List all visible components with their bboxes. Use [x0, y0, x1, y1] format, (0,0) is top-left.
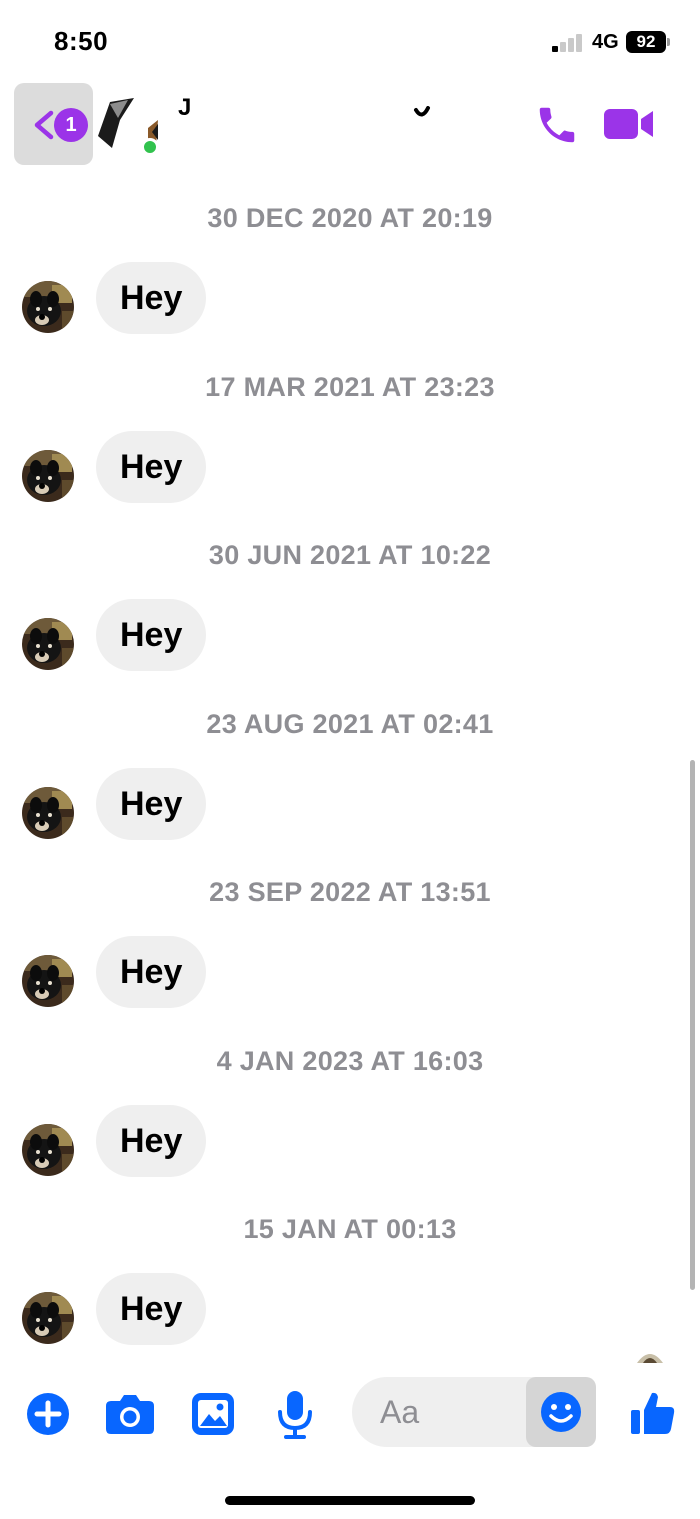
battery-level: 92 — [636, 32, 656, 51]
scrollbar[interactable] — [690, 760, 695, 1290]
sender-avatar[interactable] — [22, 281, 74, 333]
message-timestamp: 17 MAR 2021 AT 23:23 — [205, 372, 495, 402]
message-timestamp: 4 JAN 2023 AT 16:03 — [216, 1046, 484, 1076]
message-timestamp: 30 DEC 2020 AT 20:19 — [207, 203, 493, 233]
message-bubble[interactable]: Hey — [96, 936, 207, 1008]
emoji-button[interactable] — [526, 1377, 596, 1447]
emoji-icon — [541, 1392, 581, 1432]
message-input[interactable] — [380, 1377, 530, 1447]
message-timestamp: 23 SEP 2022 AT 13:51 — [209, 877, 491, 907]
message-bubble[interactable]: Hey — [96, 1273, 207, 1345]
thumbs-up-icon[interactable] — [630, 1390, 676, 1436]
video-call-icon[interactable] — [603, 104, 655, 144]
sender-avatar[interactable] — [22, 1292, 74, 1344]
network-type: 4G — [592, 31, 619, 53]
sender-avatar[interactable] — [22, 955, 74, 1007]
home-indicator[interactable] — [225, 1496, 475, 1505]
microphone-icon[interactable] — [276, 1390, 314, 1440]
gallery-icon[interactable] — [191, 1392, 235, 1436]
message-bubble[interactable]: Hey — [96, 1105, 207, 1177]
phone-call-icon[interactable] — [534, 102, 580, 148]
status-time: 8:50 — [54, 26, 109, 56]
unread-count-badge: 1 — [54, 108, 88, 142]
status-bar: 8:50 4G 92 — [0, 0, 700, 80]
message-bubble[interactable]: Hey — [96, 431, 207, 503]
back-button[interactable]: 1 — [14, 83, 93, 165]
message-timestamp: 15 JAN AT 00:13 — [243, 1214, 457, 1244]
redacted-name-mark — [414, 106, 430, 117]
message-input-container[interactable] — [352, 1377, 596, 1447]
seen-receipt-avatar — [637, 1354, 663, 1363]
battery-cap — [667, 38, 670, 46]
message-timestamp: 23 AUG 2021 AT 02:41 — [206, 709, 494, 739]
contact-name[interactable]: J — [178, 94, 191, 122]
plus-icon[interactable] — [26, 1392, 70, 1436]
message-composer — [0, 1370, 700, 1460]
sender-avatar[interactable] — [22, 450, 74, 502]
message-timestamp: 30 JUN 2021 AT 10:22 — [208, 540, 492, 570]
online-status-dot — [141, 138, 159, 156]
battery-icon: 92 — [626, 31, 666, 53]
sender-avatar[interactable] — [22, 787, 74, 839]
sender-avatar[interactable] — [22, 618, 74, 670]
chat-header: 1 J — [0, 80, 700, 172]
signal-strength-icon — [552, 34, 586, 52]
sender-avatar[interactable] — [22, 1124, 74, 1176]
message-bubble[interactable]: Hey — [96, 262, 207, 334]
message-bubble[interactable]: Hey — [96, 768, 207, 840]
message-bubble[interactable]: Hey — [96, 599, 207, 671]
camera-icon[interactable] — [105, 1393, 155, 1435]
